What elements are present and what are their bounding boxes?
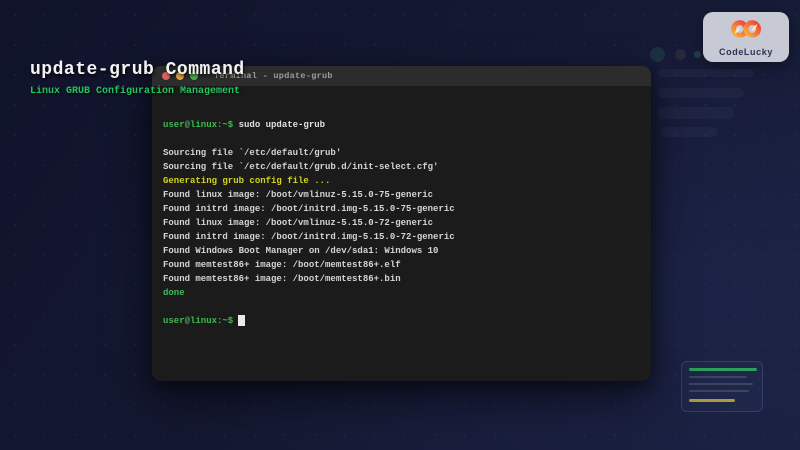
decor-skeleton-bar	[660, 127, 718, 137]
terminal-output-line: Found initrd image: /boot/initrd.img-5.1…	[163, 202, 640, 216]
terminal-output-line: Found Windows Boot Manager on /dev/sda1:…	[163, 244, 640, 258]
terminal-output-line: Generating grub config file ...	[163, 174, 640, 188]
page-subtitle: Linux GRUB Configuration Management	[30, 86, 245, 97]
terminal-output-line: Sourcing file `/etc/default/grub'	[163, 146, 640, 160]
terminal-output-line	[163, 300, 640, 314]
terminal-output-line: Found memtest86+ image: /boot/memtest86+…	[163, 258, 640, 272]
decor-glow-dot	[675, 49, 686, 60]
shell-prompt: user@linux:~$	[163, 120, 233, 130]
terminal-body[interactable]: user@linux:~$ sudo update-grub Sourcing …	[152, 86, 651, 328]
decor-mini-terminal-card	[681, 361, 763, 412]
terminal-output-line	[163, 132, 640, 146]
terminal-cursor	[238, 315, 245, 326]
decor-line-gray	[689, 383, 753, 385]
page-title: update-grub Command	[30, 60, 245, 80]
infinity-leaf-icon	[725, 18, 767, 45]
shell-command-text: sudo update-grub	[239, 120, 325, 130]
terminal-output-line: Found linux image: /boot/vmlinuz-5.15.0-…	[163, 216, 640, 230]
terminal-output-line: Sourcing file `/etc/default/grub.d/init-…	[163, 160, 640, 174]
terminal-output-line: done	[163, 286, 640, 300]
terminal-output-line: Found memtest86+ image: /boot/memtest86+…	[163, 272, 640, 286]
terminal-window: Terminal - update-grub user@linux:~$ sud…	[152, 66, 651, 381]
decor-skeleton-bar	[658, 69, 754, 77]
decor-line-gray	[689, 376, 747, 378]
terminal-output-line: Found linux image: /boot/vmlinuz-5.15.0-…	[163, 188, 640, 202]
terminal-command-line: user@linux:~$ sudo update-grub	[163, 118, 640, 132]
page-heading: update-grub Command Linux GRUB Configura…	[30, 60, 245, 97]
decor-line-green	[689, 368, 757, 371]
decor-line-gray	[689, 390, 749, 392]
terminal-output: Sourcing file `/etc/default/grub'Sourcin…	[163, 132, 640, 314]
decor-glow-dot	[694, 51, 701, 58]
terminal-output-line: Found initrd image: /boot/initrd.img-5.1…	[163, 230, 640, 244]
brand-badge: CodeLucky	[703, 12, 789, 62]
decor-skeleton-bar	[658, 88, 744, 98]
shell-prompt: user@linux:~$	[163, 316, 233, 326]
decor-line-yellow	[689, 399, 735, 402]
decor-skeleton-bar	[658, 107, 734, 119]
brand-name: CodeLucky	[719, 47, 773, 57]
terminal-prompt-line[interactable]: user@linux:~$	[163, 314, 640, 328]
decor-glow-dot	[650, 47, 665, 62]
